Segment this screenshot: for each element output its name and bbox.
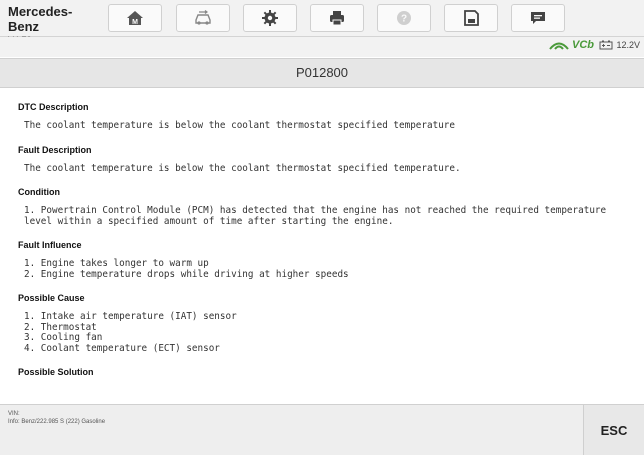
- print-icon: [330, 11, 344, 26]
- help-button[interactable]: ?: [377, 4, 431, 32]
- section-heading: Possible Solution: [18, 367, 94, 377]
- section-text: 1. Intake air temperature (IAT) sensor 2.…: [18, 311, 624, 354]
- top-toolbar: Mercedes-Benz V4.72 M: [0, 0, 644, 45]
- vehicle-info-text: Info: Benz/222.985 S (222) Gasoline: [8, 419, 106, 425]
- save-icon: [464, 10, 479, 26]
- vin-label: VIN:: [8, 411, 20, 417]
- section-line: 1. Engine takes longer to warm up: [24, 258, 209, 269]
- wireless-connection-icon: [549, 42, 569, 50]
- svg-text:M: M: [132, 19, 138, 26]
- section-text: The coolant temperature is below the coo…: [18, 120, 624, 132]
- settings-icon: [262, 10, 278, 26]
- section-text: The coolant temperature is below the coo…: [18, 162, 624, 175]
- status-row: VCb 12.2V: [0, 37, 644, 57]
- section-line: 1. Intake air temperature (IAT) sensor: [24, 311, 237, 322]
- section-text: 1. Engine takes longer to warm up 2. Engi…: [18, 258, 624, 280]
- battery-icon: [599, 40, 613, 50]
- vehicle-swap-button[interactable]: [176, 4, 230, 32]
- section-heading: Fault Influence: [18, 240, 82, 250]
- section-text: 1. Powertrain Control Module (PCM) has d…: [18, 205, 624, 227]
- dtc-details[interactable]: DTC Description The coolant temperature i…: [0, 89, 644, 404]
- section-line: The coolant temperature is below the coo…: [24, 120, 455, 131]
- section-line: 2. Engine temperature drops while drivin…: [24, 268, 349, 280]
- vcb-label: VCb: [572, 39, 594, 51]
- svg-text:?: ?: [401, 14, 407, 25]
- page-title: P012800: [0, 58, 644, 88]
- section-line: 1. Powertrain Control Module (PCM) has d…: [24, 205, 612, 227]
- battery-status: 12.2V: [599, 40, 640, 50]
- brand-title: Mercedes-Benz: [8, 4, 73, 34]
- settings-button[interactable]: [243, 4, 297, 32]
- section-line: The coolant temperature is below the coo…: [24, 162, 461, 174]
- vehicle-swap-icon: [195, 10, 211, 25]
- section-heading: Condition: [18, 187, 60, 197]
- section-heading: Possible Cause: [18, 293, 85, 303]
- section-heading: DTC Description: [18, 102, 89, 112]
- home-icon: M: [127, 11, 143, 26]
- esc-button[interactable]: ESC: [583, 405, 644, 455]
- vci-status: VCb: [549, 39, 594, 51]
- print-button[interactable]: [310, 4, 364, 32]
- section-line: 4. Coolant temperature (ECT) sensor: [24, 342, 220, 354]
- vehicle-info: VIN: Info: Benz/222.985 S (222) Gasoline: [8, 410, 105, 426]
- help-icon: ?: [397, 11, 411, 25]
- section-line: 3. Cooling fan: [24, 332, 103, 343]
- save-button[interactable]: [444, 4, 498, 32]
- section-line: 2. Thermostat: [24, 321, 97, 333]
- message-icon: [531, 12, 545, 24]
- section-heading: Fault Description: [18, 144, 92, 155]
- home-button[interactable]: M: [108, 4, 162, 32]
- footer-bar: VIN: Info: Benz/222.985 S (222) Gasoline…: [0, 404, 644, 455]
- message-button[interactable]: [511, 4, 565, 32]
- battery-voltage: 12.2V: [616, 40, 640, 50]
